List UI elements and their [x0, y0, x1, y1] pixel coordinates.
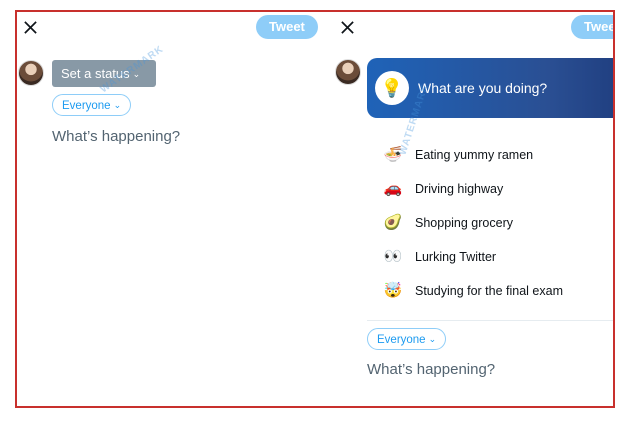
close-icon[interactable]: [20, 18, 40, 38]
status-option-label: Studying for the final exam: [415, 284, 563, 298]
tweet-text-input[interactable]: What’s happening?: [52, 128, 180, 145]
audience-label: Everyone: [377, 334, 426, 346]
close-icon[interactable]: [337, 18, 357, 38]
ramen-icon: 🍜: [383, 146, 403, 163]
screenshot-frame: Tweet Set a status ⌄ Everyone ⌄ What’s hap…: [15, 10, 615, 408]
eyes-icon: 👀: [383, 248, 403, 265]
chevron-down-icon: ⌄: [132, 69, 141, 79]
audience-selector[interactable]: Everyone ⌄: [367, 328, 447, 350]
status-option[interactable]: 🚗 Driving highway: [383, 172, 613, 206]
audience-selector[interactable]: Everyone ⌄: [52, 94, 132, 116]
car-icon: 🚗: [383, 180, 403, 197]
lightbulb-icon: 💡: [375, 71, 409, 105]
status-option-label: Shopping grocery: [415, 216, 513, 230]
divider: [367, 320, 613, 321]
compose-panel-after: Twee 💡 What are you doing? 🍜 Eating yumm…: [335, 12, 613, 406]
tweet-text-input[interactable]: What’s happening?: [367, 361, 495, 378]
avatar[interactable]: [18, 60, 44, 86]
mind-blown-icon: 🤯: [383, 282, 403, 299]
set-status-label: Set a status: [61, 66, 130, 81]
compose-panel-before: Tweet Set a status ⌄ Everyone ⌄ What’s hap…: [17, 12, 335, 406]
tweet-button[interactable]: Tweet: [256, 15, 318, 39]
status-option[interactable]: 🥑 Shopping grocery: [383, 206, 613, 240]
status-option-label: Driving highway: [415, 182, 504, 196]
status-card-title: What are you doing?: [418, 80, 548, 96]
set-status-button[interactable]: Set a status ⌄: [52, 60, 156, 87]
status-option[interactable]: 👀 Lurking Twitter: [383, 240, 613, 274]
avocado-icon: 🥑: [383, 214, 403, 231]
avatar[interactable]: [335, 59, 361, 85]
chevron-down-icon: ⌄: [113, 100, 122, 110]
status-option[interactable]: 🍜 Eating yummy ramen: [383, 138, 613, 172]
status-option-label: Eating yummy ramen: [415, 148, 534, 162]
status-options-list: 🍜 Eating yummy ramen 🚗 Driving highway 🥑…: [383, 138, 613, 308]
tweet-button[interactable]: Twee: [571, 15, 613, 39]
status-option-label: Lurking Twitter: [415, 250, 497, 264]
status-option[interactable]: 🤯 Studying for the final exam: [383, 274, 613, 308]
status-card[interactable]: 💡 What are you doing?: [367, 58, 613, 118]
audience-label: Everyone: [62, 100, 111, 112]
chevron-down-icon: ⌄: [428, 334, 437, 344]
